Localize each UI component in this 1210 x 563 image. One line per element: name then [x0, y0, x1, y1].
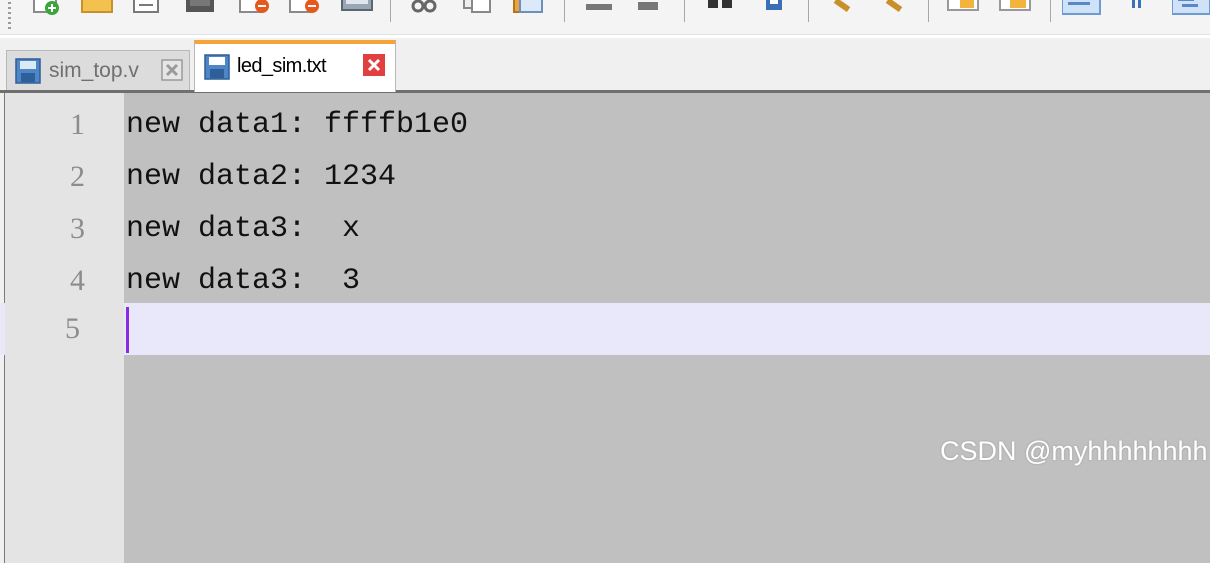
- toolbar-grip[interactable]: [8, 2, 11, 30]
- replace-icon[interactable]: [760, 0, 794, 18]
- toolbar: [0, 0, 1210, 35]
- zoom-out-icon[interactable]: [876, 0, 910, 18]
- close-icon[interactable]: [363, 54, 385, 76]
- line-number: 2: [70, 160, 85, 193]
- editor-line[interactable]: 3 new data3: x: [0, 203, 1210, 255]
- editor-line-current[interactable]: 5: [0, 303, 1210, 355]
- undo-icon[interactable]: [582, 0, 616, 18]
- open-folder-icon[interactable]: [80, 0, 114, 18]
- redo-icon[interactable]: [634, 0, 668, 18]
- save-icon[interactable]: [130, 0, 164, 18]
- line-text[interactable]: new data1: ffffb1e0: [126, 99, 468, 151]
- watermark: CSDN @myhhhhhhhh: [940, 436, 1208, 466]
- tab-label: sim_top.v: [49, 59, 139, 82]
- close-all-icon[interactable]: [288, 0, 322, 18]
- save-all-icon[interactable]: [184, 0, 218, 18]
- tab-led-sim[interactable]: led_sim.txt: [194, 40, 396, 92]
- editor-line[interactable]: 2 new data2: 1234: [0, 151, 1210, 203]
- line-number: 5: [5, 303, 124, 355]
- zoom-in-icon[interactable]: [824, 0, 858, 18]
- notepad-window: sim_top.v led_sim.txt 1 new data1: ffffb…: [0, 0, 1210, 563]
- line-text[interactable]: new data2: 1234: [126, 151, 396, 203]
- indent-guide-icon[interactable]: [1171, 0, 1210, 18]
- new-file-icon[interactable]: [30, 0, 64, 18]
- toolbar-separator: [564, 0, 565, 22]
- editor-line[interactable]: 4 new data3: 3: [0, 255, 1210, 307]
- line-number: 4: [70, 264, 85, 297]
- text-caret: [126, 307, 129, 353]
- line-number: 1: [70, 108, 85, 141]
- tab-bar: sim_top.v led_sim.txt: [0, 38, 1210, 92]
- cut-icon[interactable]: [408, 0, 442, 18]
- sync-vertical-icon[interactable]: [946, 0, 980, 18]
- toolbar-separator: [1050, 0, 1051, 22]
- word-wrap-icon[interactable]: [1061, 0, 1101, 18]
- close-icon[interactable]: [238, 0, 272, 18]
- save-disk-icon: [15, 58, 41, 84]
- close-icon[interactable]: [161, 59, 183, 81]
- line-number: 3: [70, 212, 85, 245]
- copy-icon[interactable]: [460, 0, 494, 18]
- line-text[interactable]: new data3: 3: [126, 255, 360, 307]
- editor-line[interactable]: 1 new data1: ffffb1e0: [0, 99, 1210, 151]
- toolbar-separator: [390, 0, 391, 22]
- tab-label: led_sim.txt: [237, 55, 327, 77]
- find-icon[interactable]: [704, 0, 738, 18]
- line-text[interactable]: new data3: x: [126, 203, 360, 255]
- toolbar-separator: [928, 0, 929, 22]
- show-all-chars-icon[interactable]: [1126, 0, 1160, 18]
- toolbar-separator: [808, 0, 809, 22]
- save-disk-icon: [204, 54, 230, 80]
- sync-horizontal-icon[interactable]: [998, 0, 1032, 18]
- text-editor[interactable]: 1 new data1: ffffb1e0 2 new data2: 1234 …: [0, 90, 1210, 563]
- toolbar-separator: [684, 0, 685, 22]
- print-icon[interactable]: [340, 0, 374, 18]
- paste-icon[interactable]: [512, 0, 546, 18]
- tab-sim-top[interactable]: sim_top.v: [6, 50, 190, 90]
